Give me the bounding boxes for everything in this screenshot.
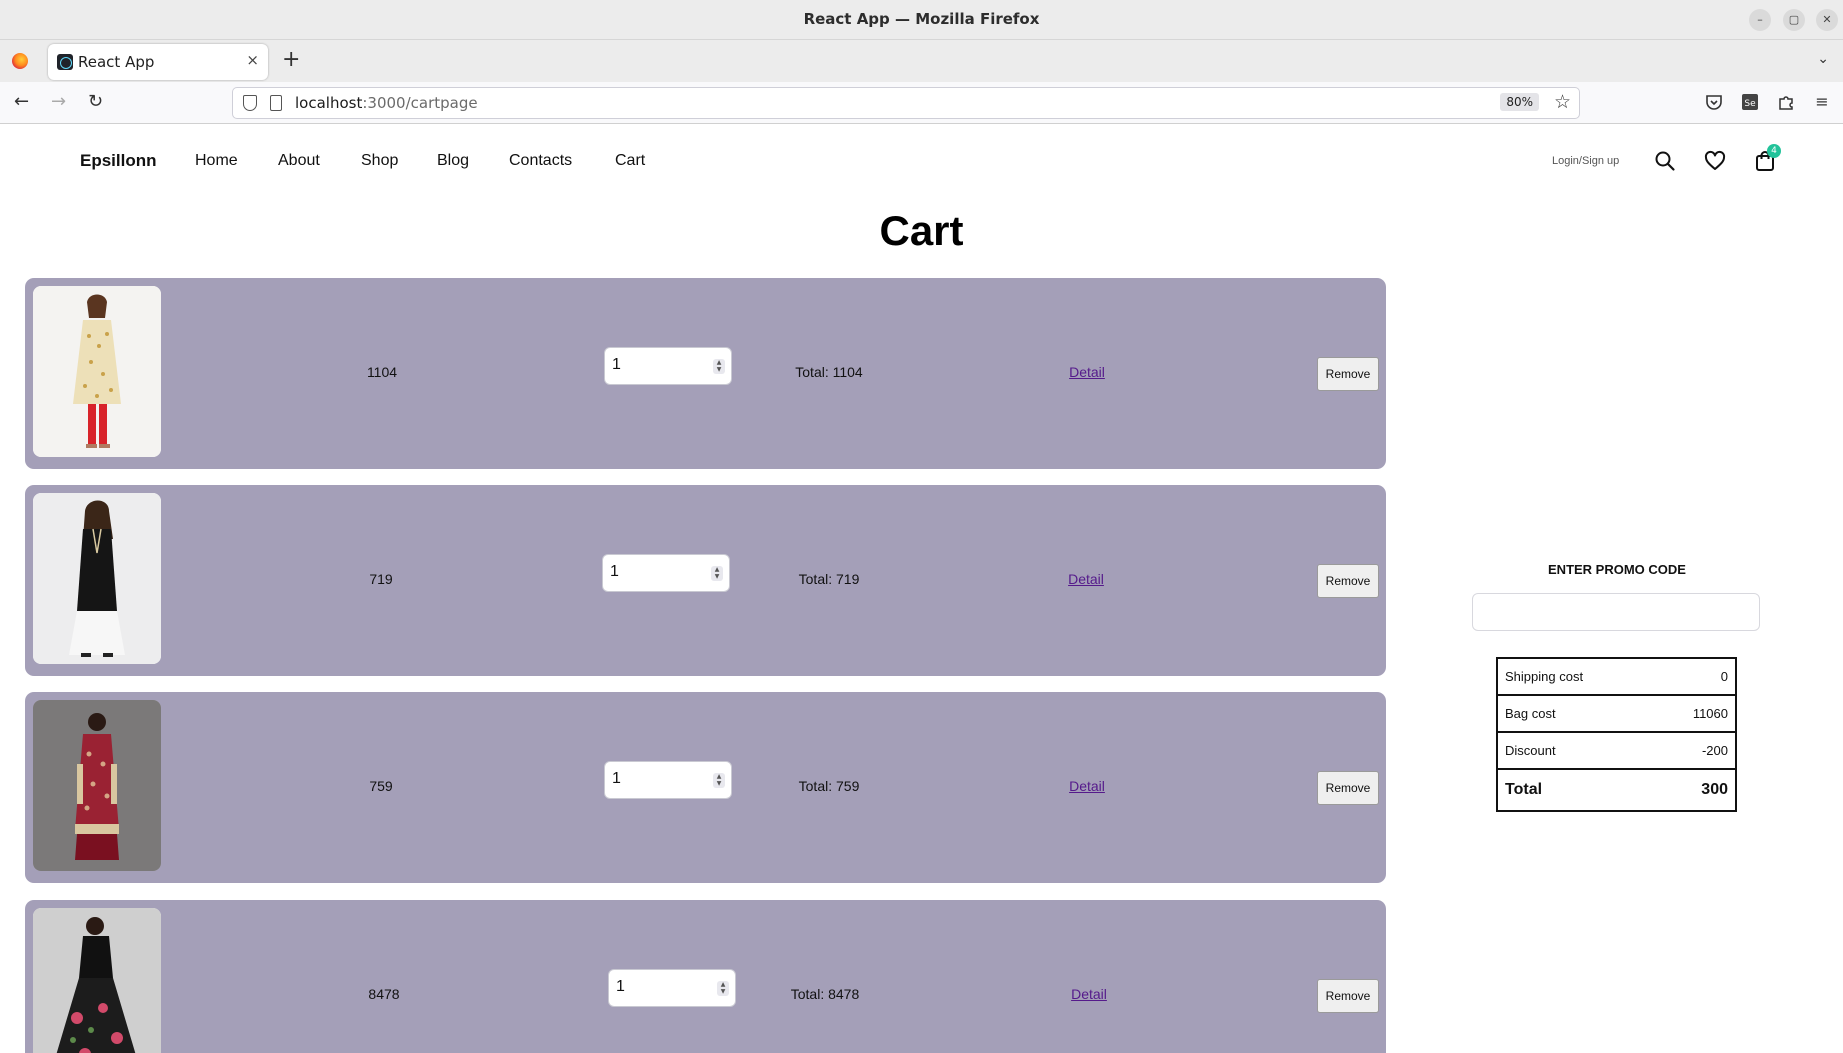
nav-shop[interactable]: Shop bbox=[361, 152, 398, 170]
detail-link[interactable]: Detail bbox=[1059, 986, 1119, 1002]
url-host: localhost bbox=[295, 94, 363, 112]
nav-cart[interactable]: Cart bbox=[615, 152, 645, 170]
url-text[interactable]: localhost:3000/cartpage bbox=[295, 94, 478, 112]
cart-item-row: 8478 1 ▲ ▼ Total: 8478 Detail Remove bbox=[25, 900, 1386, 1053]
item-price: 719 bbox=[369, 571, 393, 587]
summary-label: Total bbox=[1505, 781, 1543, 798]
cart-item-row: 759 1 ▲ ▼ Total: 759 Detail Remove bbox=[25, 692, 1386, 883]
spinner-arrows-icon[interactable]: ▲ ▼ bbox=[717, 981, 729, 996]
browser-toolbar: ← → ↻ localhost:3000/cartpage 80% ☆ Se ≡ bbox=[0, 82, 1843, 124]
spinner-arrows-icon[interactable]: ▲ ▼ bbox=[713, 359, 725, 374]
summary-row-shipping: Shipping cost 0 bbox=[1498, 659, 1735, 696]
tab-label: React App bbox=[78, 53, 155, 71]
summary-row-bag-cost: Bag cost 11060 bbox=[1498, 696, 1735, 733]
nav-contacts[interactable]: Contacts bbox=[509, 152, 572, 170]
shield-icon[interactable] bbox=[243, 95, 257, 111]
summary-value: 11060 bbox=[1692, 706, 1728, 721]
site-header: Epsillonn Home About Shop Blog Contacts … bbox=[0, 124, 1843, 194]
page-title: Cart bbox=[879, 207, 964, 254]
forward-icon[interactable]: → bbox=[51, 91, 66, 113]
promo-code-label: ENTER PROMO CODE bbox=[1548, 562, 1686, 577]
window-titlebar: React App — Mozilla Firefox – ▢ ✕ bbox=[0, 0, 1843, 40]
detail-link[interactable]: Detail bbox=[1056, 571, 1116, 587]
detail-link[interactable]: Detail bbox=[1057, 364, 1117, 380]
window-title: React App — Mozilla Firefox bbox=[803, 10, 1040, 28]
extensions-puzzle-icon[interactable] bbox=[1777, 93, 1795, 111]
product-image[interactable] bbox=[33, 700, 161, 871]
quantity-value: 1 bbox=[610, 563, 619, 580]
new-tab-icon[interactable]: + bbox=[282, 49, 300, 71]
react-favicon-icon bbox=[57, 54, 73, 70]
quantity-stepper[interactable]: 1 ▲ ▼ bbox=[604, 761, 732, 799]
firefox-icon bbox=[12, 53, 28, 69]
quantity-stepper[interactable]: 1 ▲ ▼ bbox=[604, 347, 732, 385]
nav-blog[interactable]: Blog bbox=[437, 152, 469, 170]
app-menu-icon[interactable]: ≡ bbox=[1813, 93, 1831, 111]
url-path: :3000/cartpage bbox=[362, 94, 478, 112]
remove-button[interactable]: Remove bbox=[1317, 979, 1379, 1013]
summary-value: 0 bbox=[1720, 669, 1728, 684]
bookmark-star-icon[interactable]: ☆ bbox=[1554, 91, 1571, 113]
page-info-icon[interactable] bbox=[270, 95, 282, 111]
quantity-value: 1 bbox=[612, 770, 621, 787]
summary-label: Bag cost bbox=[1505, 706, 1556, 721]
tab-list-icon[interactable]: ⌄ bbox=[1817, 51, 1829, 67]
login-signup-link[interactable]: Login/Sign up bbox=[1552, 155, 1619, 167]
restore-icon[interactable]: ▢ bbox=[1783, 9, 1805, 31]
remove-button[interactable]: Remove bbox=[1317, 357, 1379, 391]
close-window-icon[interactable]: ✕ bbox=[1816, 9, 1838, 31]
site-logo[interactable]: Epsillonn bbox=[80, 151, 157, 171]
tab-react-app[interactable]: React App × bbox=[48, 44, 268, 80]
summary-value: 300 bbox=[1701, 781, 1728, 798]
wishlist-heart-icon[interactable] bbox=[1704, 150, 1726, 172]
item-price: 1104 bbox=[366, 364, 398, 380]
quantity-stepper[interactable]: 1 ▲ ▼ bbox=[608, 969, 736, 1007]
product-image[interactable] bbox=[33, 908, 161, 1053]
selenium-extension-icon[interactable]: Se bbox=[1741, 93, 1759, 111]
page-content: Epsillonn Home About Shop Blog Contacts … bbox=[0, 124, 1843, 1053]
promo-code-input[interactable] bbox=[1472, 593, 1760, 631]
back-icon[interactable]: ← bbox=[14, 91, 29, 113]
quantity-stepper[interactable]: 1 ▲ ▼ bbox=[602, 554, 730, 592]
tab-close-icon[interactable]: × bbox=[246, 51, 259, 69]
search-icon[interactable] bbox=[1654, 150, 1676, 172]
tab-bar: React App × + ⌄ bbox=[0, 40, 1843, 82]
nav-about[interactable]: About bbox=[278, 152, 320, 170]
item-price: 8478 bbox=[368, 986, 400, 1002]
spinner-arrows-icon[interactable]: ▲ ▼ bbox=[711, 566, 723, 581]
cart-count-badge: 4 bbox=[1767, 144, 1781, 158]
minimize-icon[interactable]: – bbox=[1749, 9, 1771, 31]
order-summary-table: Shipping cost 0 Bag cost 11060 Discount … bbox=[1496, 657, 1737, 812]
item-price: 759 bbox=[369, 778, 393, 794]
quantity-value: 1 bbox=[616, 978, 625, 995]
cart-item-row: 719 1 ▲ ▼ Total: 719 Detail Remove bbox=[25, 485, 1386, 676]
remove-button[interactable]: Remove bbox=[1317, 564, 1379, 598]
summary-value: -200 bbox=[1701, 743, 1728, 758]
product-image[interactable] bbox=[33, 286, 161, 457]
item-line-total: Total: 8478 bbox=[790, 986, 860, 1002]
svg-text:Se: Se bbox=[1744, 99, 1756, 109]
zoom-level[interactable]: 80% bbox=[1500, 93, 1539, 111]
detail-link[interactable]: Detail bbox=[1057, 778, 1117, 794]
item-line-total: Total: 719 bbox=[798, 571, 860, 587]
nav-home[interactable]: Home bbox=[195, 152, 238, 170]
remove-button[interactable]: Remove bbox=[1317, 771, 1379, 805]
spinner-arrows-icon[interactable]: ▲ ▼ bbox=[713, 773, 725, 788]
product-image[interactable] bbox=[33, 493, 161, 664]
summary-label: Shipping cost bbox=[1505, 669, 1584, 684]
quantity-value: 1 bbox=[612, 356, 621, 373]
url-bar[interactable]: localhost:3000/cartpage 80% ☆ bbox=[232, 87, 1580, 119]
reload-icon[interactable]: ↻ bbox=[88, 91, 103, 113]
item-line-total: Total: 759 bbox=[798, 778, 860, 794]
summary-row-total: Total 300 bbox=[1498, 770, 1735, 810]
item-line-total: Total: 1104 bbox=[795, 364, 863, 380]
pocket-icon[interactable] bbox=[1705, 93, 1723, 111]
summary-row-discount: Discount -200 bbox=[1498, 733, 1735, 770]
cart-item-row: 1104 1 ▲ ▼ Total: 1104 Detail Remove bbox=[25, 278, 1386, 469]
summary-label: Discount bbox=[1505, 743, 1556, 758]
